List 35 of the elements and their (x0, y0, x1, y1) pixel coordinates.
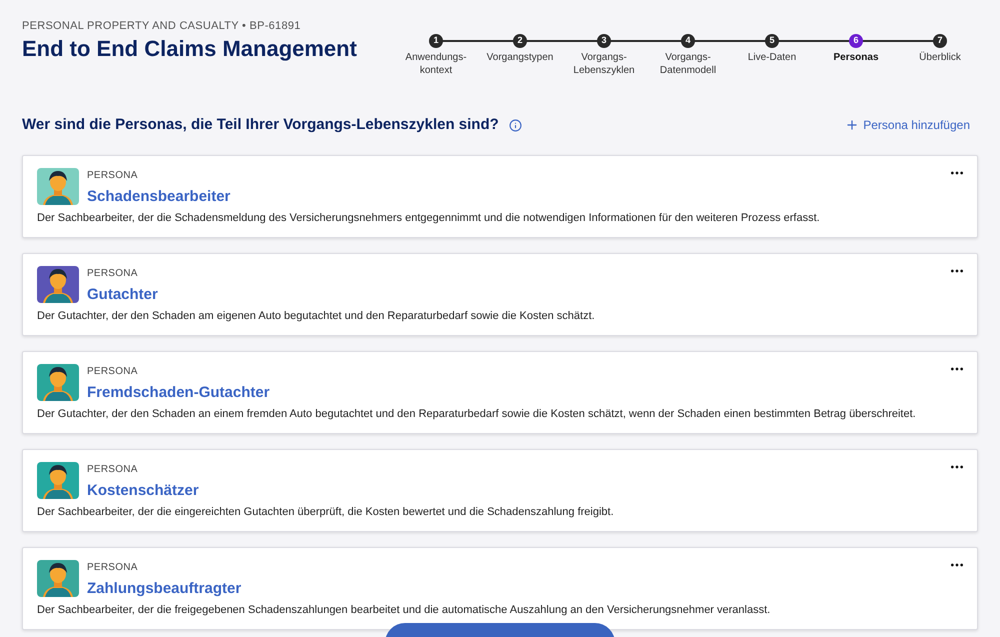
persona-tag: PERSONA (87, 364, 270, 378)
page-title: End to End Claims Management (22, 34, 357, 62)
step-number: 5 (765, 34, 779, 48)
persona-name-link[interactable]: Schadensbearbeiter (87, 186, 230, 208)
persona-tag: PERSONA (87, 168, 230, 182)
persona-name-link[interactable]: Zahlungsbeauftragter (87, 578, 242, 600)
step-number: 1 (429, 34, 443, 48)
persona-name-link[interactable]: Gutachter (87, 284, 158, 306)
persona-name-link[interactable]: Fremdschaden-Gutachter (87, 382, 270, 404)
persona-description: Der Sachbearbeiter, der die freigegebenen Schadenszahlungen bearbeitet und die automatische Auszahlung an den Versicherungsnehmer veranlasst. (37, 603, 772, 618)
plus-icon (845, 118, 860, 132)
persona-description: Der Gutachter, der den Schaden am eigenen Auto begutachtet und den Reparaturbedarf sowie die Kosten schätzt. (37, 309, 596, 324)
persona-description: Der Sachbearbeiter, der die Schadensmeldung des Versicherungsnehmers entgegennimmt und die notwendigen Informationen für den weiteren Prozess erfasst. (37, 211, 821, 226)
step-tab[interactable]: 3 Vorgangs- Lebenszyklen (562, 34, 646, 77)
step-number: 4 (681, 34, 695, 48)
persona-name-link[interactable]: Kostenschätzer (87, 480, 199, 502)
step-tab[interactable]: 2 Vorgangstypen (478, 34, 562, 77)
step-tab[interactable]: 7 Überblick (898, 34, 982, 77)
persona-description: Der Sachbearbeiter, der die eingereichten Gutachten überprüft, die Kosten bewertet und die Schadenszahlung freigibt. (37, 505, 615, 520)
section-heading: Wer sind die Personas, die Teil Ihrer Vorgangs-Lebenszyklen sind? (22, 115, 499, 135)
step-tab[interactable]: 6 Personas (814, 34, 898, 77)
step-tab[interactable]: 4 Vorgangs- Datenmodell (646, 34, 730, 77)
step-number: 6 (849, 34, 863, 48)
persona-tag: PERSONA (87, 462, 199, 476)
step-number: 2 (513, 34, 527, 48)
step-number: 3 (597, 34, 611, 48)
persona-description: Der Gutachter, der den Schaden an einem fremden Auto begutachtet und den Reparaturbedarf sowie die Kosten schätzt, wenn der Schaden einen bestimmten Betrag überschreitet. (37, 407, 917, 422)
step-number: 7 (933, 34, 947, 48)
info-icon[interactable] (508, 118, 522, 132)
step-tab[interactable]: 1 Anwendungs- kontext (394, 34, 478, 77)
add-persona-button[interactable]: Persona hinzufügen (845, 116, 970, 134)
persona-tag: PERSONA (87, 266, 158, 280)
breadcrumb: PERSONAL PROPERTY AND CASUALTY • BP-61891 (22, 19, 302, 34)
persona-tag: PERSONA (87, 560, 242, 574)
step-tab[interactable]: 5 Live-Daten (730, 34, 814, 77)
